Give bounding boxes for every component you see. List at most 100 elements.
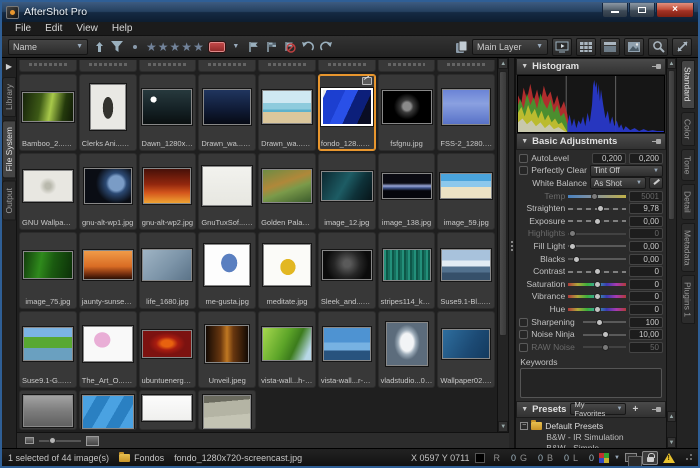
thumbnail-cell[interactable]: FSS-2_1280.jpg <box>437 74 495 151</box>
maximize-button[interactable] <box>629 3 655 18</box>
thumbnail-size-handle[interactable] <box>49 437 56 444</box>
temp-value[interactable]: 5001 <box>629 191 663 202</box>
raw-noise-checkbox[interactable] <box>519 343 528 352</box>
thumbnail-cell[interactable]: vladstudio...0x1024.jpg <box>378 311 436 388</box>
left-panel-expand-arrow[interactable]: ▶ <box>6 62 12 71</box>
raw-noise-value[interactable]: 50 <box>629 342 663 353</box>
flag-rejected-icon[interactable] <box>283 38 297 56</box>
scroll-down-icon[interactable]: ▼ <box>498 421 508 432</box>
thumbnail-cell[interactable]: Suse9.1-Bl...papers.jpg <box>437 232 495 309</box>
contrast-slider-handle[interactable] <box>594 268 601 275</box>
thumbnail-cell[interactable]: image_12.jpg <box>318 153 376 230</box>
thumbnail-cell-clipped[interactable] <box>198 390 256 430</box>
menu-item-view[interactable]: View <box>69 23 105 34</box>
thumbnail-cell[interactable]: Dawn_1280x960.jpg <box>139 74 197 151</box>
presets-scroll-down-icon[interactable]: ▼ <box>667 437 676 448</box>
autolevel-high-value[interactable]: 0,200 <box>629 153 663 164</box>
thumbnail-cell[interactable]: life_1680.jpg <box>139 232 197 309</box>
thumbnail-cell[interactable]: image_75.jpg <box>19 232 77 309</box>
raw-noise-slider-handle[interactable] <box>602 344 609 351</box>
layer-dropdown[interactable]: Main Layer ▼ <box>472 39 548 55</box>
noise-ninja-slider-handle[interactable] <box>602 331 609 338</box>
label-color-swatch[interactable] <box>209 38 225 56</box>
thumbnail-cell[interactable]: Clerks Ani...Figure.jpg <box>79 74 137 151</box>
sharpening-slider-handle[interactable] <box>596 319 603 326</box>
thumbnail-cell[interactable]: Unveil.jpeg <box>198 311 256 388</box>
hue-slider-handle[interactable] <box>594 306 601 313</box>
resize-grip[interactable] <box>684 454 692 462</box>
thumbnail-cell[interactable]: meditate.jpg <box>258 232 316 309</box>
filter-icon[interactable] <box>110 38 124 56</box>
thumbnail-view-button[interactable] <box>576 38 596 56</box>
panel-tab-tone[interactable]: Tone <box>681 149 695 181</box>
highlights-value[interactable]: 0 <box>629 228 663 239</box>
raw-noise-slider[interactable] <box>583 341 626 353</box>
exposure-slider[interactable] <box>568 215 626 227</box>
thumbnail-cell-clipped[interactable] <box>437 60 495 72</box>
highlights-slider[interactable] <box>568 228 626 240</box>
straighten-slider-handle[interactable] <box>597 205 604 212</box>
color-management-icon[interactable] <box>599 453 609 463</box>
thumbnail-cell[interactable]: Bamboo_2...ysha.jpg <box>19 74 77 151</box>
blacks-value[interactable]: 0,00 <box>629 254 663 265</box>
hue-slider[interactable] <box>568 303 626 315</box>
thumbnail-cell-clipped[interactable] <box>378 60 436 72</box>
thumbnail-cell[interactable]: image_138.jpg <box>378 153 436 230</box>
preset-item-b-w-ir-simulation[interactable]: B&W - IR Simulation <box>520 432 662 443</box>
minimize-button[interactable] <box>602 3 628 18</box>
contrast-value[interactable]: 0 <box>629 266 663 277</box>
noise-ninja-slider[interactable] <box>583 329 626 341</box>
star-icon[interactable]: ★ <box>170 41 182 53</box>
exposure-slider-handle[interactable] <box>594 218 601 225</box>
thumbnail-cell-clipped[interactable] <box>258 60 316 72</box>
thumbnail-size-slider[interactable] <box>39 440 81 442</box>
thumbnail-cell-clipped[interactable] <box>139 390 197 430</box>
image-view-button[interactable] <box>624 38 644 56</box>
vibrance-value[interactable]: 0 <box>629 291 663 302</box>
blacks-slider-handle[interactable] <box>573 256 580 263</box>
eyedropper-icon[interactable] <box>649 177 663 189</box>
thumbnail-cell[interactable]: Drawn_wa...332_.jpg <box>258 74 316 151</box>
copy-settings-icon[interactable] <box>454 38 468 56</box>
magnifier-icon[interactable] <box>648 38 668 56</box>
grid-scrollbar-thumb[interactable] <box>499 71 507 336</box>
thumbnail-cell[interactable]: The_Art_O...eFear.jpg <box>79 311 137 388</box>
sidebar-tab-output[interactable]: Output <box>2 181 16 221</box>
straighten-value[interactable]: 9,78 <box>629 203 663 214</box>
presets-filter-dropdown[interactable]: My Favorites ▼ <box>570 403 626 415</box>
fill-light-value[interactable]: 0,00 <box>629 241 663 252</box>
panel-tab-detail[interactable]: Detail <box>681 184 695 220</box>
thumbnail-cell[interactable]: gnu-alt-wp2.jpg <box>139 153 197 230</box>
thumbnail-cell[interactable]: GNU Wallpaper 2.jpg <box>19 153 77 230</box>
star-icon[interactable]: ★ <box>193 41 205 53</box>
preset-folder-row[interactable]: − Default Presets <box>520 420 662 432</box>
panel-tab-metadata[interactable]: Metadata <box>681 223 695 272</box>
panel-scrollbar[interactable]: ▲ ▲ ▼ <box>666 58 677 448</box>
warning-icon[interactable] <box>663 453 675 463</box>
thumbnail-cell-clipped[interactable] <box>139 60 197 72</box>
flag-finished-icon[interactable] <box>265 38 279 56</box>
fill-light-slider-handle[interactable] <box>569 243 576 250</box>
panel-tab-standard[interactable]: Standard <box>681 60 695 109</box>
hue-value[interactable]: 0 <box>629 304 663 315</box>
browse-view-button[interactable] <box>600 38 620 56</box>
blacks-slider[interactable] <box>568 253 626 265</box>
perfectly-clear-checkbox[interactable] <box>519 166 528 175</box>
panel-tab-plugins-1[interactable]: Plugins 1 <box>681 275 695 324</box>
highlights-slider-handle[interactable] <box>569 230 576 237</box>
saturation-value[interactable]: 0 <box>629 279 663 290</box>
large-thumbnails-icon[interactable] <box>86 436 99 446</box>
sharpening-slider[interactable] <box>583 316 626 328</box>
panel-splitter[interactable] <box>509 58 515 448</box>
thumbnail-cell[interactable]: vista-wall...r-dock.jpg <box>318 311 376 388</box>
vibrance-slider[interactable] <box>568 291 626 303</box>
thumbnail-cell-clipped[interactable] <box>198 60 256 72</box>
basic-adjustments-header[interactable]: ▼ Basic Adjustments <box>516 133 666 150</box>
thumbnail-cell[interactable]: Sleek_and...nkahn.jpg <box>318 232 376 309</box>
thumbnail-cell[interactable]: stripes114_kde.jpg <box>378 232 436 309</box>
pin-icon[interactable] <box>652 137 661 146</box>
thumbnail-cell[interactable]: image_59.jpg <box>437 153 495 230</box>
collapse-box-icon[interactable]: − <box>520 422 528 430</box>
pin-icon[interactable] <box>652 62 661 71</box>
white-balance-dropdown[interactable]: As Shot▼ <box>590 177 646 189</box>
